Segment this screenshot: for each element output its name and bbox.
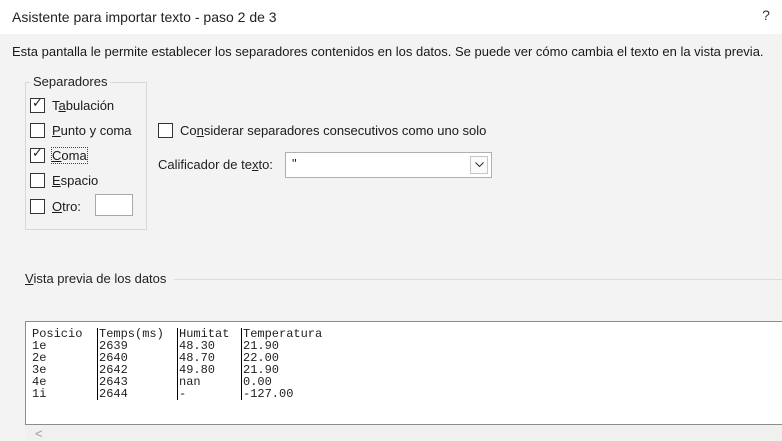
consecutive-checkbox-box[interactable] — [158, 122, 173, 138]
step-description: Esta pantalla le permite establecer los … — [12, 44, 764, 59]
space-checkbox-box[interactable] — [30, 172, 45, 188]
text-qualifier-label: Calificador de texto: — [158, 157, 273, 172]
table-cell: 1i — [32, 387, 47, 401]
semicolon-checkbox[interactable]: Punto y coma — [30, 121, 132, 139]
scroll-left-arrow[interactable]: < — [35, 426, 43, 441]
table-cell: -127.00 — [241, 388, 341, 400]
help-button[interactable]: ? — [758, 7, 774, 23]
preview-table: Posicio Temps(ms) Humitat Temperatura 1e… — [31, 328, 341, 400]
dialog-title: Asistente para importar texto - paso 2 d… — [12, 9, 277, 25]
other-checkbox-box[interactable] — [30, 198, 45, 214]
table-row: 1i 2644 - -127.00 — [31, 388, 341, 400]
check-icon: ✓ — [32, 145, 43, 161]
space-checkbox-label: Espacio — [52, 172, 99, 188]
check-icon: ✓ — [32, 95, 43, 111]
horizontal-scrollbar[interactable]: < — [25, 425, 782, 441]
tab-checkbox-box[interactable]: ✓ — [30, 95, 45, 113]
table-cell: 2644 — [97, 388, 177, 400]
semicolon-checkbox-label: Punto y coma — [52, 122, 132, 138]
consecutive-checkbox[interactable]: Considerar separadores consecutivos como… — [158, 121, 486, 139]
section-divider — [174, 279, 782, 280]
comma-checkbox[interactable]: ✓ Coma — [30, 145, 88, 164]
consecutive-checkbox-label: Considerar separadores consecutivos como… — [180, 122, 487, 138]
comma-checkbox-label: Coma — [51, 146, 88, 164]
semicolon-checkbox-box[interactable] — [30, 122, 45, 138]
table-row: 4e 2643 nan 0.00 — [31, 376, 341, 388]
space-checkbox[interactable]: Espacio — [30, 171, 98, 189]
other-separator-input[interactable] — [95, 194, 133, 216]
tab-checkbox[interactable]: ✓ Tabulación — [30, 96, 114, 114]
data-preview-label: Vista previa de los datos — [25, 271, 167, 286]
chevron-down-icon — [475, 162, 484, 168]
data-preview-grid[interactable]: Posicio Temps(ms) Humitat Temperatura 1e… — [25, 321, 782, 425]
separators-group-title: Separadores — [30, 74, 111, 89]
text-qualifier-value: " — [292, 156, 297, 171]
dropdown-button[interactable] — [470, 156, 488, 174]
comma-checkbox-box[interactable]: ✓ — [30, 145, 45, 163]
table-cell: nan — [177, 376, 241, 388]
title-bar: Asistente para importar texto - paso 2 d… — [0, 0, 782, 34]
table-cell: - — [177, 388, 241, 400]
other-checkbox[interactable]: Otro: — [30, 197, 81, 215]
other-checkbox-label: Otro: — [52, 198, 81, 214]
tab-checkbox-label: Tabulación — [52, 97, 115, 113]
text-qualifier-select[interactable]: " — [285, 152, 492, 178]
